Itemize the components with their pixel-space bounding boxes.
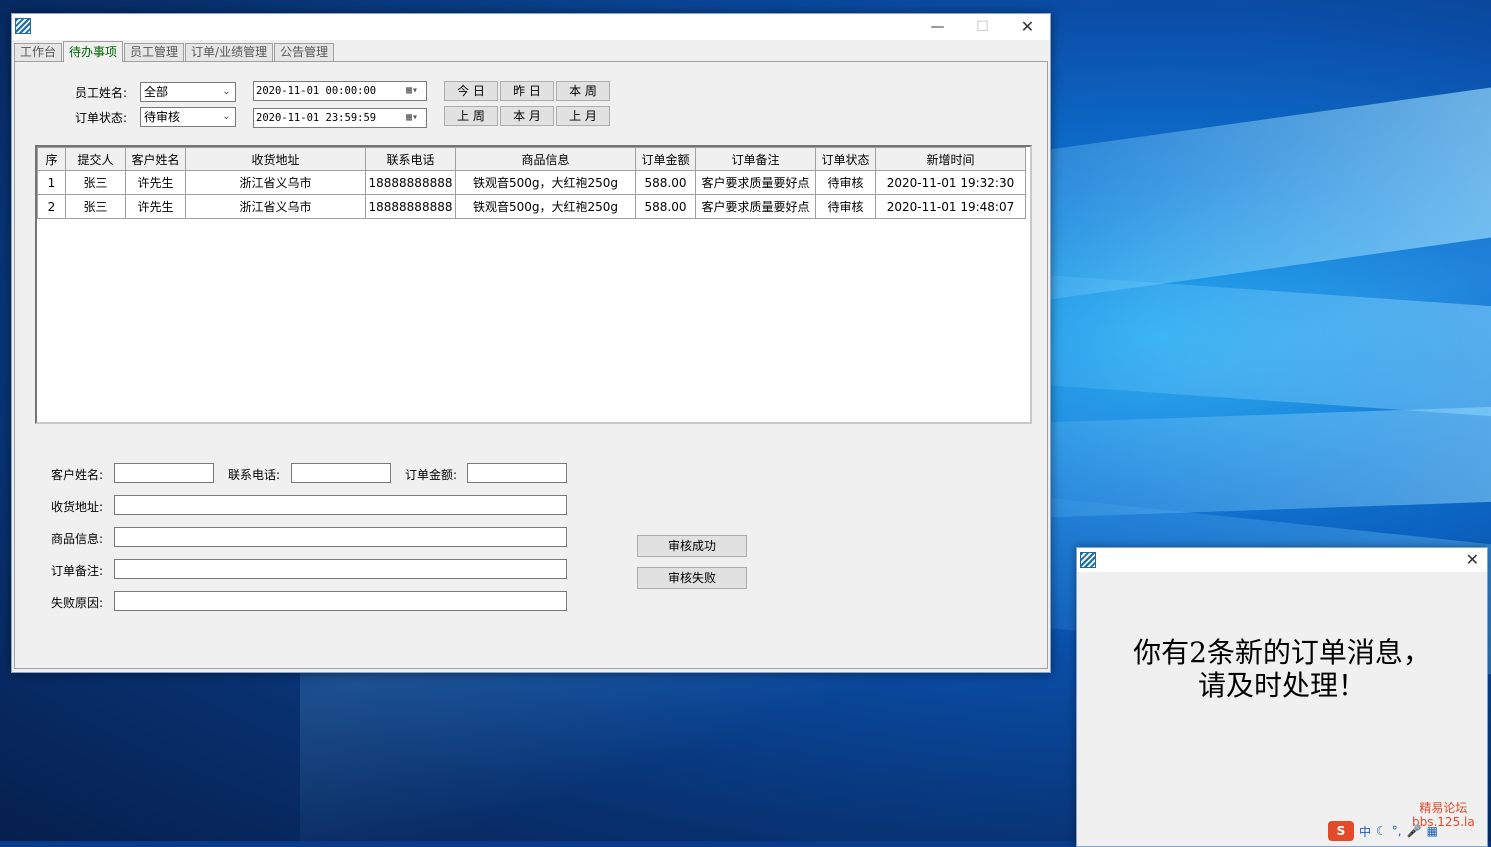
popup-title-bar[interactable]: ✕ xyxy=(1077,548,1487,572)
popup-close-button[interactable]: ✕ xyxy=(1466,550,1479,569)
order-table-body: 序 提交人 客户姓名 收货地址 联系电话 商品信息 订单金额 订单备注 订单状态… xyxy=(37,147,1026,219)
tab-announcements[interactable]: 公告管理 xyxy=(274,43,335,61)
table-cell: 588.00 xyxy=(635,170,696,195)
notification-line: 请及时处理！ xyxy=(1197,669,1366,702)
app-icon xyxy=(15,18,31,34)
table-cell: 许先生 xyxy=(125,194,186,219)
status-select[interactable]: 待审核 ⌄ xyxy=(140,107,236,127)
table-row[interactable]: 1 张三 许先生 浙江省义乌市 18888888888 铁观音500g，大红袍2… xyxy=(37,170,1026,195)
last-month-button[interactable]: 上 月 xyxy=(556,106,610,126)
amount-label: 订单金额: xyxy=(405,468,458,482)
col-header[interactable]: 新增时间 xyxy=(875,147,1026,171)
fail-reason-label: 失败原因: xyxy=(51,596,104,610)
table-cell: 许先生 xyxy=(125,170,186,195)
end-datetime-value: 2020-11-01 23:59:59 xyxy=(256,112,377,124)
col-header[interactable]: 订单备注 xyxy=(695,147,816,171)
remark-field[interactable] xyxy=(114,559,567,579)
table-cell: 浙江省义乌市 xyxy=(185,170,366,195)
today-button[interactable]: 今 日 xyxy=(444,81,498,101)
tab-employees[interactable]: 员工管理 xyxy=(124,43,185,61)
employee-label: 员工姓名: xyxy=(75,86,128,100)
address-field[interactable] xyxy=(114,495,567,515)
tab-workbench[interactable]: 工作台 xyxy=(14,43,63,61)
phone-field[interactable] xyxy=(291,463,391,483)
tab-todo[interactable]: 待办事项 xyxy=(63,41,124,62)
phone-label: 联系电话: xyxy=(228,468,281,482)
maximize-button[interactable]: ☐ xyxy=(960,14,1005,40)
table-cell: 2020-11-01 19:48:07 xyxy=(875,194,1026,219)
col-header[interactable]: 客户姓名 xyxy=(125,147,186,171)
col-header[interactable]: 订单金额 xyxy=(635,147,696,171)
yesterday-button[interactable]: 昨 日 xyxy=(500,81,554,101)
table-cell: 张三 xyxy=(65,170,126,195)
ime-toolbar: S 中 ☾ °, 🎤 ▦ xyxy=(1328,821,1438,841)
table-cell: 1 xyxy=(37,170,66,195)
employee-select[interactable]: 全部 ⌄ xyxy=(140,82,236,102)
table-cell: 2020-11-01 19:32:30 xyxy=(875,170,1026,195)
chevron-down-icon[interactable]: ⌄ xyxy=(218,83,235,101)
tab-orders[interactable]: 订单/业绩管理 xyxy=(185,43,274,61)
notification-line: 你有2条新的订单消息， xyxy=(1133,636,1431,669)
col-header[interactable]: 序 xyxy=(37,147,66,171)
col-header[interactable]: 收货地址 xyxy=(185,147,366,171)
chevron-down-icon[interactable]: ⌄ xyxy=(218,108,235,126)
customer-name-field[interactable] xyxy=(114,463,214,483)
start-datetime-value: 2020-11-01 00:00:00 xyxy=(256,85,377,97)
mic-icon[interactable]: 🎤 xyxy=(1407,824,1422,838)
col-header[interactable]: 联系电话 xyxy=(365,147,456,171)
table-cell: 2 xyxy=(37,194,66,219)
table-cell: 张三 xyxy=(65,194,126,219)
todo-panel: 员工姓名: 全部 ⌄ 订单状态: 待审核 ⌄ 2020-11-01 00:00:… xyxy=(14,61,1048,669)
ime-mode-indicator[interactable]: 中 xyxy=(1359,823,1371,840)
status-label: 订单状态: xyxy=(75,111,128,125)
start-datetime-picker[interactable]: 2020-11-01 00:00:00 ▦▾ xyxy=(253,81,427,101)
fail-reason-field[interactable] xyxy=(114,591,567,611)
calendar-icon[interactable]: ▦▾ xyxy=(400,84,424,98)
customer-name-label: 客户姓名: xyxy=(51,468,104,482)
this-month-button[interactable]: 本 月 xyxy=(500,106,554,126)
this-week-button[interactable]: 本 周 xyxy=(556,81,610,101)
keyboard-icon[interactable]: ▦ xyxy=(1427,824,1438,838)
calendar-icon[interactable]: ▦▾ xyxy=(400,111,424,125)
approve-button[interactable]: 审核成功 xyxy=(637,535,747,557)
app-icon xyxy=(1080,552,1096,568)
table-cell: 18888888888 xyxy=(365,170,456,195)
employee-select-value: 全部 xyxy=(144,85,169,99)
goods-label: 商品信息: xyxy=(51,532,104,546)
table-row[interactable]: 2 张三 许先生 浙江省义乌市 18888888888 铁观音500g，大红袍2… xyxy=(37,194,1026,219)
watermark-line: 精易论坛 xyxy=(1419,801,1468,815)
table-header-row: 序 提交人 客户姓名 收货地址 联系电话 商品信息 订单金额 订单备注 订单状态… xyxy=(37,147,1026,171)
table-cell: 客户要求质量要好点 xyxy=(695,170,816,195)
table-cell: 铁观音500g，大红袍250g xyxy=(455,170,636,195)
table-cell: 铁观音500g，大红袍250g xyxy=(455,194,636,219)
last-week-button[interactable]: 上 周 xyxy=(444,106,498,126)
tab-strip: 工作台 待办事项 员工管理 订单/业绩管理 公告管理 xyxy=(14,41,335,62)
col-header[interactable]: 商品信息 xyxy=(455,147,636,171)
notification-message: 你有2条新的订单消息， 请及时处理！ xyxy=(1077,636,1487,702)
title-bar[interactable]: — ☐ ✕ xyxy=(12,14,1050,40)
status-select-value: 待审核 xyxy=(144,110,181,124)
address-label: 收货地址: xyxy=(51,500,104,514)
remark-label: 订单备注: xyxy=(51,564,104,578)
goods-field[interactable] xyxy=(114,527,567,547)
col-header[interactable]: 提交人 xyxy=(65,147,126,171)
table-cell: 待审核 xyxy=(815,170,876,195)
col-header[interactable]: 订单状态 xyxy=(815,147,876,171)
table-cell: 588.00 xyxy=(635,194,696,219)
close-button[interactable]: ✕ xyxy=(1005,14,1050,40)
table-cell: 18888888888 xyxy=(365,194,456,219)
main-window: — ☐ ✕ 工作台 待办事项 员工管理 订单/业绩管理 公告管理 员工姓名: 全… xyxy=(11,13,1051,673)
table-cell: 浙江省义乌市 xyxy=(185,194,366,219)
ime-logo-icon[interactable]: S xyxy=(1328,821,1354,841)
punctuation-icon[interactable]: °, xyxy=(1392,824,1402,838)
end-datetime-picker[interactable]: 2020-11-01 23:59:59 ▦▾ xyxy=(253,108,427,128)
amount-field[interactable] xyxy=(467,463,567,483)
table-cell: 待审核 xyxy=(815,194,876,219)
minimize-button[interactable]: — xyxy=(915,14,960,40)
reject-button[interactable]: 审核失败 xyxy=(637,567,747,589)
table-cell: 客户要求质量要好点 xyxy=(695,194,816,219)
moon-icon[interactable]: ☾ xyxy=(1376,824,1387,838)
order-table[interactable]: 序 提交人 客户姓名 收货地址 联系电话 商品信息 订单金额 订单备注 订单状态… xyxy=(35,145,1032,424)
